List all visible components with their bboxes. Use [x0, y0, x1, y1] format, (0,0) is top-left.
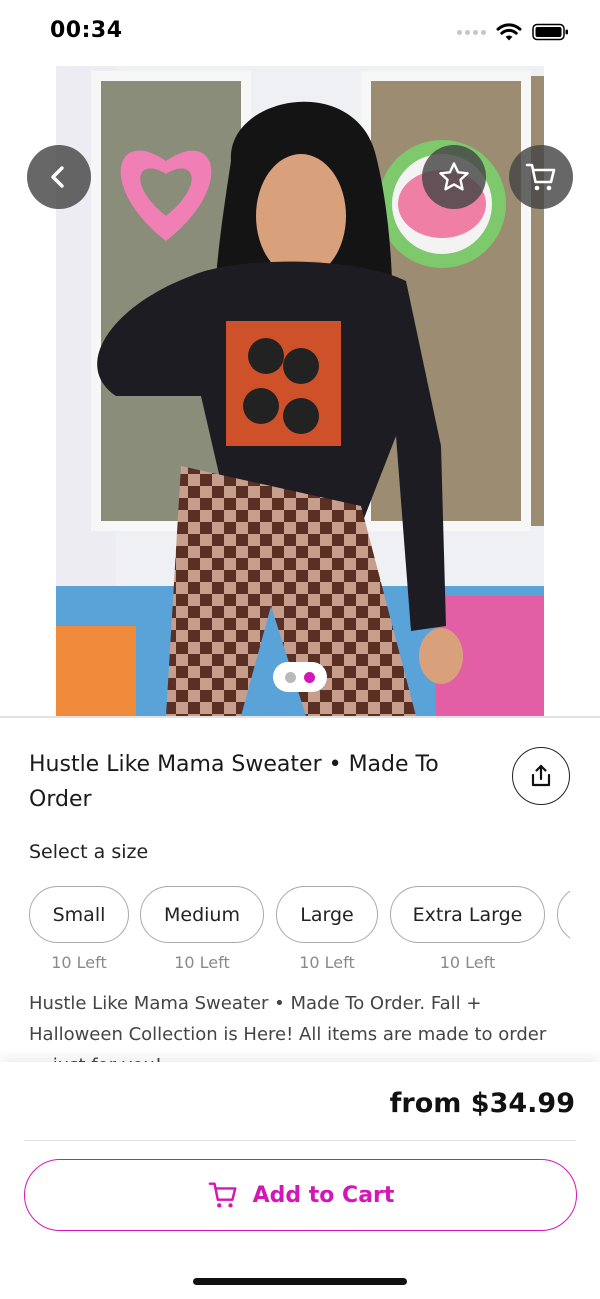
size-section-label: Select a size — [29, 841, 149, 863]
size-button[interactable] — [557, 886, 570, 943]
divider — [0, 716, 600, 718]
status-bar: 00:34 — [0, 0, 600, 66]
divider — [24, 1140, 576, 1141]
cart-icon — [208, 1182, 237, 1208]
size-stock: 10 Left — [51, 953, 107, 972]
size-stock: 10 Left — [439, 953, 496, 972]
size-button[interactable]: Medium — [140, 886, 264, 943]
purchase-bar: from $34.99 Add to Cart — [0, 1062, 600, 1299]
status-icons — [457, 22, 570, 42]
wifi-icon — [496, 23, 522, 41]
back-button[interactable] — [27, 145, 91, 209]
size-option-medium[interactable]: Medium 10 Left — [140, 886, 264, 972]
cart-button[interactable] — [509, 145, 573, 209]
size-option-small[interactable]: Small 10 Left — [29, 886, 129, 972]
cart-icon — [525, 163, 556, 191]
size-option-large[interactable]: Large 10 Left — [276, 886, 378, 972]
size-option-next-clipped[interactable] — [557, 886, 570, 943]
product-image-carousel[interactable] — [0, 66, 600, 716]
battery-icon — [532, 23, 568, 41]
share-button[interactable] — [512, 747, 570, 805]
product-description: Hustle Like Mama Sweater • Made To Order… — [29, 993, 547, 1062]
chevron-left-icon — [51, 166, 64, 188]
share-icon — [531, 764, 551, 787]
status-time: 00:34 — [50, 18, 123, 43]
size-options: Small 10 Left Medium 10 Left Large 10 Le… — [29, 886, 570, 986]
carousel-dot-2-active[interactable] — [304, 671, 315, 683]
size-button[interactable]: Small — [29, 886, 129, 943]
star-icon — [439, 162, 469, 191]
price: from $34.99 — [389, 1088, 575, 1119]
carousel-indicator[interactable] — [273, 662, 327, 692]
size-stock: 10 Left — [299, 953, 355, 972]
size-option-extra-large[interactable]: Extra Large 10 Left — [390, 886, 545, 972]
size-stock: 10 Left — [174, 953, 230, 972]
size-button[interactable]: Extra Large — [390, 886, 545, 943]
add-to-cart-button[interactable]: Add to Cart — [24, 1159, 577, 1231]
home-indicator[interactable] — [193, 1278, 407, 1285]
carousel-dot-1[interactable] — [285, 671, 296, 683]
size-button[interactable]: Large — [276, 886, 378, 943]
product-title: Hustle Like Mama Sweater • Made To Order — [29, 752, 439, 812]
add-to-cart-label: Add to Cart — [252, 1182, 395, 1208]
cellular-signal-icon — [457, 29, 486, 35]
favorite-button[interactable] — [422, 145, 486, 209]
